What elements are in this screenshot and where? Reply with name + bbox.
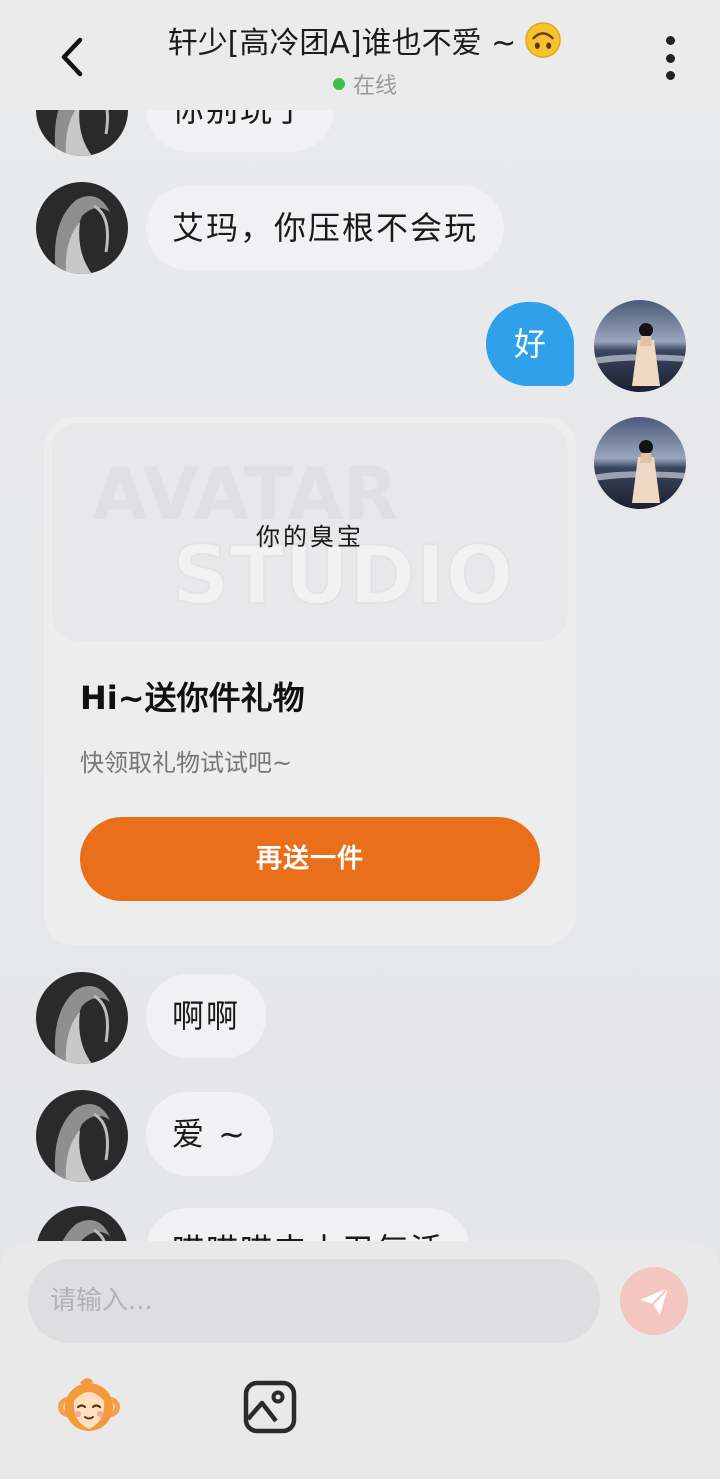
dot-icon [665,53,675,63]
sticker-button[interactable] [54,1371,124,1441]
chevron-left-icon [61,37,83,77]
dot-icon [665,71,675,80]
contact-avatar[interactable] [36,1090,128,1182]
more-options-button[interactable] [656,36,684,80]
user-avatar[interactable] [594,300,686,392]
back-button[interactable] [50,30,94,84]
outgoing-message[interactable]: 好 [486,302,575,386]
paper-plane-icon [640,1287,669,1315]
incoming-message[interactable]: 爱 ~ [146,1092,273,1176]
send-button[interactable] [620,1267,688,1335]
contact-avatar[interactable] [36,1206,128,1245]
chat-header: 轩少[高冷团A]谁也不爱 ~ 在线 [0,0,720,110]
page-title: 轩少[高冷团A]谁也不爱 ~ [168,18,563,62]
image-picker-button[interactable] [242,1379,298,1435]
message-composer [0,1241,720,1479]
gift-card[interactable]: AVATAR STUDIO 你的臭宝 Hi~送你件礼物 快领取礼物试试吧~ 再送… [44,417,576,945]
contact-name: 轩少[高冷团A]谁也不爱 ~ [167,26,517,61]
header-title-block: 轩少[高冷团A]谁也不爱 ~ 在线 [120,18,610,100]
incoming-message[interactable]: 艾玛，你压根不会玩 [146,186,505,270]
image-icon [243,1380,297,1434]
upside-down-face-emoji-icon [525,22,562,58]
message-input[interactable] [28,1259,600,1343]
user-avatar[interactable] [594,417,686,509]
online-status: 在线 [120,68,610,100]
contact-avatar[interactable] [36,182,128,274]
gift-image: AVATAR STUDIO 你的臭宝 [52,423,568,641]
chat-screen: 轩少[高冷团A]谁也不爱 ~ 在线 你别玩了 艾玛，你压根不会玩 好 AVATA… [0,0,720,1479]
gift-subtitle: 快领取礼物试试吧~ [80,749,293,777]
message-list[interactable]: 你别玩了 艾玛，你压根不会玩 好 AVATAR STUDIO 你的臭宝 Hi~送… [0,110,720,1245]
contact-avatar[interactable] [36,972,128,1064]
contact-avatar[interactable] [36,110,128,156]
gift-image-caption: 你的臭宝 [256,523,364,551]
monkey-sticker-icon [58,1378,120,1431]
incoming-message[interactable]: 你别玩了 [146,110,335,152]
gift-title: Hi~送你件礼物 [80,679,305,717]
online-dot-icon [332,78,345,90]
send-another-gift-button[interactable]: 再送一件 [80,817,540,901]
incoming-message[interactable]: 喵喵喵丰十卫气活 [146,1208,471,1245]
dot-icon [665,36,675,45]
status-text: 在线 [352,74,397,99]
incoming-message[interactable]: 啊啊 [146,974,267,1058]
